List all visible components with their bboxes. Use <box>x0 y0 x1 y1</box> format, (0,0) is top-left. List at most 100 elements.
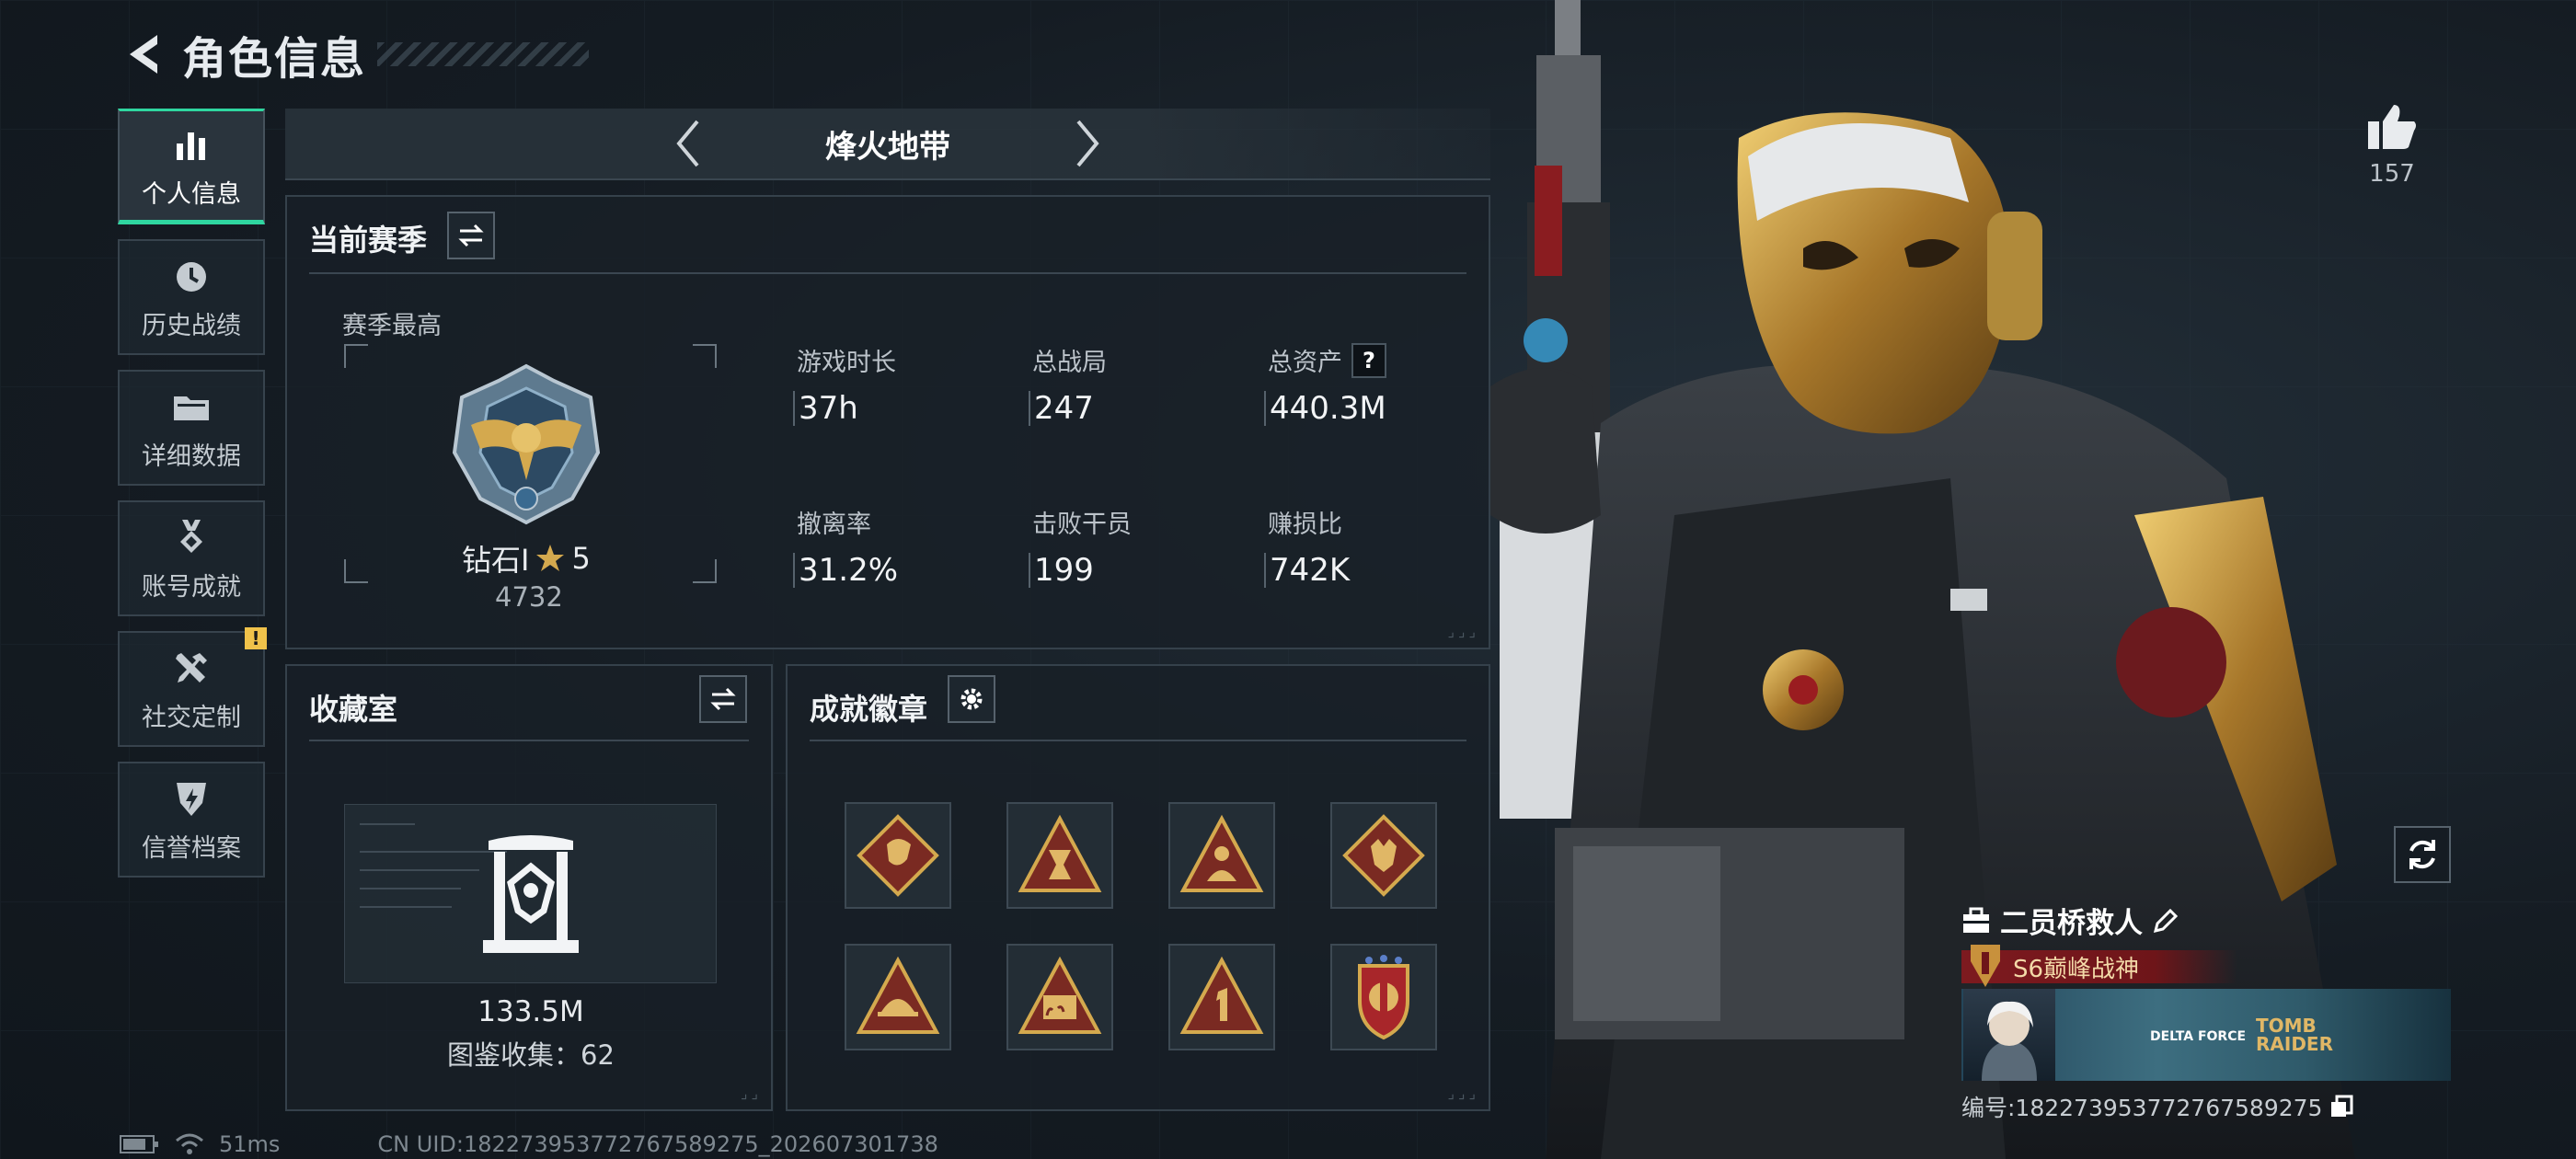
rank-title-text: S6巅峰战神 <box>2013 955 2140 983</box>
page-title: 角色信息 <box>182 33 367 85</box>
current-season-panel: 当前赛季 赛季最高 钻石I 5 4732 游戏时长 37h 总战局 247 总资… <box>285 195 1490 649</box>
title-decoration <box>377 42 590 66</box>
clock-icon <box>168 254 214 300</box>
stat-value: 199 <box>1029 553 1240 588</box>
edit-pencil-icon[interactable] <box>2152 907 2179 935</box>
number-one-badge-icon[interactable] <box>1168 944 1275 1050</box>
stat-label-text: 总资产 <box>1268 349 1342 377</box>
player-name-card: 二员桥救人 S6巅峰战神 DELTA FORCE TOMB RAIDER 编号:… <box>1961 900 2458 1123</box>
hourglass-badge-icon[interactable] <box>1006 802 1113 909</box>
soldier-badge-icon[interactable] <box>1168 802 1275 909</box>
folder-icon <box>168 384 214 430</box>
uid-text: CN UID:1822739537727675892​75_2026073017… <box>377 1131 938 1157</box>
season-switch-button[interactable] <box>447 212 495 259</box>
divider <box>810 740 1466 741</box>
notification-badge: ! <box>245 627 267 649</box>
back-arrow-icon[interactable] <box>120 27 166 82</box>
medal-icon <box>168 515 214 561</box>
sidebar-item-label: 账号成就 <box>142 572 241 602</box>
s6-badge-icon[interactable] <box>1006 944 1113 1050</box>
collection-switch-button[interactable] <box>699 675 747 723</box>
stat-label: 撤离率 <box>797 511 871 539</box>
stat-value: 31.2% <box>793 553 1005 588</box>
swap-icon <box>710 687 736 711</box>
copy-icon[interactable] <box>2329 1095 2353 1119</box>
stat-operators-defeated: 击败干员 199 <box>1029 504 1240 588</box>
battery-icon <box>120 1135 158 1153</box>
mode-name: 烽火地带 <box>825 128 950 166</box>
swap-icon <box>458 224 484 247</box>
rank-score: 4732 <box>495 581 563 613</box>
player-id-text: 编号:1822739537727675892​75 <box>1961 1095 2323 1121</box>
delta-force-logo: DELTA FORCE <box>2150 1029 2247 1044</box>
stat-label: 击败干员 <box>1032 511 1132 539</box>
divider <box>309 740 749 741</box>
player-id: 编号:1822739537727675892​75 <box>1961 1090 2458 1123</box>
likes: 157 <box>2355 103 2429 188</box>
shield-emblem-badge-icon[interactable] <box>1330 944 1437 1050</box>
badge-settings-button[interactable] <box>948 675 995 723</box>
achievement-badges-panel: 成就徽章 ⌟⌟⌟ <box>786 664 1490 1111</box>
player-title: 二员桥救人 <box>1961 900 2458 941</box>
thumbs-up-icon[interactable] <box>2366 103 2418 151</box>
status-footer: 51ms CN UID:1822739537727675892​75_20260… <box>120 1131 938 1157</box>
avatar[interactable] <box>1963 989 2055 1081</box>
rank-title-tag: S6巅峰战神 <box>1961 945 2237 987</box>
wolf-badge-icon[interactable] <box>1330 802 1437 909</box>
stat-play-time: 游戏时长 37h <box>793 342 1005 426</box>
sidebar-item-detail-data[interactable]: 详细数据 <box>118 370 265 486</box>
collection-panel[interactable]: 收藏室 133.5M 图鉴收集：62 ⌟⌟ <box>285 664 773 1111</box>
rank-title-row: S6巅峰战神 <box>1961 945 2458 987</box>
rank-name-text: 钻石I <box>462 543 530 578</box>
divider <box>309 272 1466 274</box>
panel-title: 当前赛季 <box>309 223 428 258</box>
collection-value: 133.5M <box>477 995 584 1028</box>
gear-icon <box>960 688 983 710</box>
stat-value: 37h <box>793 391 1005 426</box>
star-icon <box>536 545 565 571</box>
bar-chart-icon <box>168 122 214 168</box>
stat-total-matches: 总战局 247 <box>1029 342 1240 426</box>
wifi-icon <box>176 1133 203 1154</box>
dragon-badge-icon[interactable] <box>845 802 951 909</box>
diamond-rank-emblem-icon <box>443 361 609 526</box>
mode-next-chevron-icon[interactable] <box>1061 111 1116 176</box>
page-header: 角色信息 <box>120 22 590 86</box>
season-best-label: 赛季最高 <box>342 312 442 340</box>
sidebar-item-personal-info[interactable]: 个人信息 <box>118 109 265 224</box>
help-icon[interactable]: ? <box>1351 342 1386 378</box>
helmet-badge-icon[interactable] <box>845 944 951 1050</box>
stat-label: 总战局 <box>1032 349 1107 377</box>
corner-decoration: ⌟⌟ <box>741 1084 762 1102</box>
likes-count: 157 <box>2369 160 2415 188</box>
refresh-button[interactable] <box>2394 826 2451 883</box>
rank-stars: 5 <box>571 541 591 576</box>
sidebar-item-label: 详细数据 <box>142 442 241 471</box>
stat-label: 游戏时长 <box>797 349 896 377</box>
tomb-raider-logo: TOMB RAIDER <box>2256 1015 2333 1055</box>
sidebar: 个人信息 历史战绩 详细数据 账号成就 ! 社交定制 信誉档案 <box>118 109 267 892</box>
panel-title: 成就徽章 <box>810 692 928 727</box>
name-card-banner: DELTA FORCE TOMB RAIDER <box>1961 989 2451 1081</box>
refresh-icon <box>2409 840 2435 869</box>
sidebar-item-label: 历史战绩 <box>142 311 241 340</box>
sidebar-item-label: 个人信息 <box>142 179 241 209</box>
sidebar-item-label: 信誉档案 <box>142 833 241 863</box>
stat-extract-rate: 撤离率 31.2% <box>793 504 1005 588</box>
mode-prev-chevron-icon[interactable] <box>660 111 715 176</box>
sidebar-item-history[interactable]: 历史战绩 <box>118 239 265 355</box>
tools-icon <box>168 646 214 692</box>
collection-count: 图鉴收集：62 <box>447 1039 615 1071</box>
sidebar-item-achievements[interactable]: 账号成就 <box>118 500 265 616</box>
sidebar-item-credit-record[interactable]: 信誉档案 <box>118 762 265 878</box>
vault-icon <box>476 832 586 960</box>
panel-title: 收藏室 <box>309 692 398 727</box>
sidebar-item-social-custom[interactable]: ! 社交定制 <box>118 627 267 747</box>
mode-selector: 烽火地带 <box>285 109 1490 180</box>
rank-emblem-icon <box>1971 945 2000 987</box>
shield-bolt-icon <box>168 776 214 822</box>
player-title-text: 二员桥救人 <box>2000 907 2143 940</box>
sidebar-item-label: 社交定制 <box>142 703 241 732</box>
stat-value: 247 <box>1029 391 1240 426</box>
briefcase-icon <box>1963 907 1989 933</box>
